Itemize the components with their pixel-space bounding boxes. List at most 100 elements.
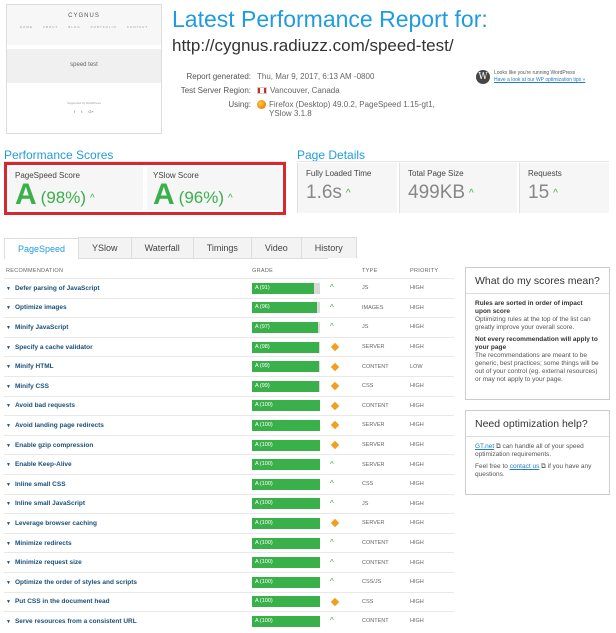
priority-cell: HIGH — [410, 559, 424, 566]
table-row[interactable]: ▼ Minimize request size A (100) ^ CONTENT HIG… — [4, 552, 454, 572]
table-row[interactable]: ▼ Minify HTML A (99) CONTENT LOW — [4, 356, 454, 376]
table-row[interactable]: ▼ Enable Keep-Alive A (100) ^ SERVER HIGH — [4, 454, 454, 474]
recommendation-cell[interactable]: ▼ Defer parsing of JavaScript — [4, 285, 252, 292]
tab-timings[interactable]: Timings — [192, 237, 252, 258]
expand-caret-icon[interactable]: ▼ — [6, 619, 11, 625]
tab-pagespeed[interactable]: PageSpeed — [4, 238, 80, 259]
site-screenshot-thumbnail: CYGNUS HOME ABOUT BLOG PORTFOLIO CONTACT… — [6, 4, 162, 134]
contact-us-link[interactable]: contact us — [510, 463, 540, 470]
recommendation-text: Avoid landing page redirects — [14, 421, 104, 429]
table-row[interactable]: ▼ Serve resources from a consistent URL A … — [4, 611, 454, 631]
expand-caret-icon[interactable]: ▼ — [6, 345, 11, 351]
score-value: A (96%) ^ — [153, 180, 275, 210]
recommendation-cell[interactable]: ▼ Inline small JavaScript — [4, 500, 252, 507]
type-cell: CSS — [362, 481, 374, 488]
expand-caret-icon[interactable]: ▼ — [6, 423, 11, 429]
table-row[interactable]: ▼ Minify CSS A (99) CSS HIGH — [4, 375, 454, 396]
recommendation-cell[interactable]: ▼ Put CSS in the document head — [4, 598, 252, 605]
tab-waterfall[interactable]: Waterfall — [130, 237, 194, 258]
table-row[interactable]: ▼ Specify a cache validator A (98) SERVER HI… — [4, 336, 454, 357]
table-row[interactable]: ▼ Defer parsing of JavaScript A (91) ^ JS HIG… — [4, 278, 454, 298]
recommendation-cell[interactable]: ▼ Optimize images — [4, 304, 252, 311]
priority-cell: HIGH — [410, 324, 424, 331]
table-row[interactable]: ▼ Avoid bad requests A (100) CONTENT HIGH — [4, 395, 454, 416]
wordpress-text: Looks like you're running WordPress Have… — [494, 70, 585, 84]
recommendation-cell[interactable]: ▼ Minimize redirects — [4, 540, 252, 547]
caret-up-icon: ^ — [228, 193, 233, 204]
expand-caret-icon[interactable]: ▼ — [6, 462, 11, 468]
recommendation-cell[interactable]: ▼ Optimize the order of styles and script… — [4, 579, 252, 586]
recommendation-cell[interactable]: ▼ Inline small CSS — [4, 481, 252, 488]
expand-caret-icon[interactable]: ▼ — [6, 403, 11, 409]
table-row[interactable]: ▼ Leverage browser caching A (100) SERVER HI… — [4, 513, 454, 533]
optimization-help-text2a: Feel free to — [475, 463, 508, 470]
diamond-icon — [330, 440, 340, 450]
expand-caret-icon[interactable]: ▼ — [6, 443, 11, 449]
caret-up-icon: ^ — [330, 538, 334, 548]
type-cell: SERVER — [362, 422, 385, 429]
table-row[interactable]: ▼ Inline small CSS A (100) ^ CSS HIGH — [4, 473, 454, 494]
expand-caret-icon[interactable]: ▼ — [6, 599, 11, 605]
thumbnail-nav-item: PORTFOLIO — [90, 25, 117, 29]
priority-cell: HIGH — [410, 442, 424, 449]
table-row[interactable]: ▼ Optimize the order of styles and script… — [4, 571, 454, 592]
grade-bar-fill: A (99) — [252, 380, 320, 392]
table-row[interactable]: ▼ Minimize redirects A (100) ^ CONTENT HIGH — [4, 532, 454, 553]
tab-video[interactable]: Video — [250, 237, 302, 258]
expand-caret-icon[interactable]: ▼ — [6, 501, 11, 507]
expand-caret-icon[interactable]: ▼ — [6, 286, 11, 292]
recommendation-cell[interactable]: ▼ Minimize request size — [4, 559, 252, 566]
expand-caret-icon[interactable]: ▼ — [6, 541, 11, 547]
priority-cell: HIGH — [410, 598, 424, 605]
expand-caret-icon[interactable]: ▼ — [6, 580, 11, 586]
grade-text: A (100) — [255, 617, 273, 624]
caret-up-icon: ^ — [90, 193, 95, 204]
recommendation-cell[interactable]: ▼ Enable gzip compression — [4, 442, 252, 449]
recommendation-text: Specify a cache validator — [14, 343, 93, 351]
expand-caret-icon[interactable]: ▼ — [6, 384, 11, 390]
grade-bar-fill: A (100) — [252, 400, 320, 412]
report-title: Latest Performance Report for: — [172, 6, 488, 32]
expand-caret-icon[interactable]: ▼ — [6, 560, 11, 566]
expand-caret-icon[interactable]: ▼ — [6, 364, 11, 370]
expand-caret-icon[interactable]: ▼ — [6, 482, 11, 488]
meta-row-region: Test Server Region: Vancouver, Canada — [172, 86, 435, 95]
google-plus-icon: G+ — [88, 109, 94, 114]
caret-up-icon: ^ — [330, 577, 334, 587]
table-header: RECOMMENDATION GRADE TYPE PRIORITY — [4, 268, 454, 278]
recommendation-text: Minimize request size — [14, 559, 82, 567]
grade-bar-fill: A (100) — [252, 557, 320, 569]
detail-value-wrap: 499KB ^ — [408, 182, 509, 204]
optimization-help-para1: GT.net ⧉ can handle all of your speed op… — [475, 443, 600, 459]
recommendation-cell[interactable]: ▼ Leverage browser caching — [4, 520, 252, 527]
table-row[interactable]: ▼ Optimize images A (96) ^ IMAGES HIGH — [4, 297, 454, 318]
table-row[interactable]: ▼ Minify JavaScript A (97) ^ JS HIGH — [4, 317, 454, 337]
recommendation-cell[interactable]: ▼ Serve resources from a consistent URL — [4, 618, 252, 625]
wordpress-line: Looks like you're running WordPress — [494, 70, 576, 76]
table-row[interactable]: ▼ Enable gzip compression A (100) SERVER HIG… — [4, 434, 454, 455]
grade-bar-fill: A (100) — [252, 439, 320, 451]
thumbnail-nav-item: HOME — [19, 25, 33, 29]
recommendation-cell[interactable]: ▼ Specify a cache validator — [4, 344, 252, 351]
wordpress-tips-link[interactable]: Have a look at our WP optimization tips … — [494, 77, 585, 84]
recommendation-cell[interactable]: ▼ Enable Keep-Alive — [4, 461, 252, 468]
recommendation-cell[interactable]: ▼ Minify CSS — [4, 383, 252, 390]
thumbnail-hero: speed test — [7, 49, 161, 83]
tab-yslow[interactable]: YSlow — [78, 237, 132, 258]
table-row[interactable]: ▼ Put CSS in the document head A (100) CSS H… — [4, 591, 454, 612]
recommendation-cell[interactable]: ▼ Minify JavaScript — [4, 324, 252, 331]
tab-history[interactable]: History — [300, 237, 357, 258]
table-row[interactable]: ▼ Avoid landing page redirects A (100) SERV… — [4, 415, 454, 435]
recommendation-cell[interactable]: ▼ Avoid landing page redirects — [4, 422, 252, 429]
expand-caret-icon[interactable]: ▼ — [6, 305, 11, 311]
pagespeed-score: PageSpeed Score A (98%) ^ — [9, 167, 143, 210]
scores-meaning-heading2: Not every recommendation will apply to y… — [475, 336, 598, 351]
scores-meaning-text1: Optimizing rules at the top of the list … — [475, 316, 591, 331]
recommendation-cell[interactable]: ▼ Minify HTML — [4, 363, 252, 370]
table-row[interactable]: ▼ Inline small JavaScript A (100) ^ JS HIGH — [4, 493, 454, 514]
expand-caret-icon[interactable]: ▼ — [6, 325, 11, 331]
recommendation-cell[interactable]: ▼ Avoid bad requests — [4, 402, 252, 409]
page-details-title: Page Details — [297, 148, 366, 162]
expand-caret-icon[interactable]: ▼ — [6, 521, 11, 527]
gtnet-link[interactable]: GT.net — [475, 443, 494, 450]
